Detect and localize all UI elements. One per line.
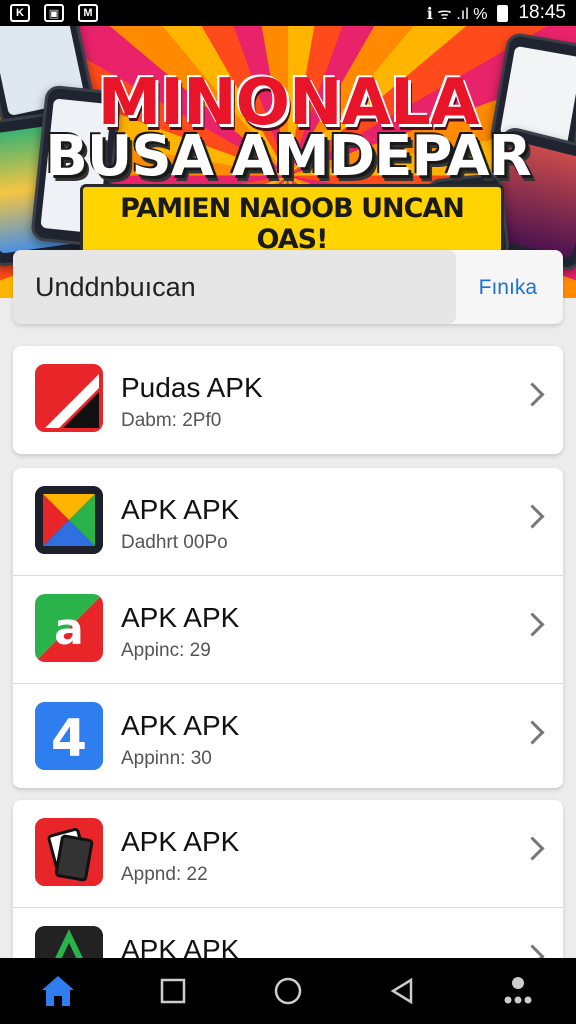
list-item[interactable]: a APK APK Appinc: 29	[13, 576, 563, 684]
status-bar: K ▣ M ℹ ᯤ .ıl % 18:45	[0, 0, 576, 26]
app-card-3: APK APK Appnd: 22 APK APK	[13, 800, 563, 970]
red-slash-icon	[35, 364, 103, 432]
recent-apps-icon[interactable]	[153, 971, 193, 1011]
home-circle-icon[interactable]	[268, 971, 308, 1011]
search-button[interactable]: Fınıka	[479, 276, 537, 300]
list-item[interactable]: Pudas APK Dabm: 2Pf0	[13, 346, 563, 454]
notification-k-icon: K	[10, 4, 30, 22]
list-item[interactable]: APK APK Dadhrt 00Po	[13, 468, 563, 576]
svg-text:a: a	[54, 604, 84, 655]
mail-icon: M	[78, 4, 98, 22]
app-subtitle: Appinc: 29	[121, 640, 211, 661]
status-left-icons: K ▣ M	[10, 4, 98, 22]
search-input[interactable]: Unddnbuıcan	[13, 250, 456, 324]
red-cards-icon	[35, 818, 103, 886]
app-name: APK APK	[121, 494, 240, 525]
navigation-bar	[0, 958, 576, 1024]
chevron-right-icon	[520, 504, 545, 529]
home-icon[interactable]	[38, 971, 78, 1011]
status-indicators: ℹ ᯤ .ıl %	[426, 6, 488, 23]
search-input-text: Unddnbuıcan	[35, 272, 196, 302]
chevron-right-icon	[520, 836, 545, 861]
more-dots-icon[interactable]	[498, 971, 538, 1011]
app-subtitle: Dabm: 2Pf0	[121, 410, 222, 431]
app-subtitle: Appnd: 22	[121, 864, 208, 885]
app-subtitle: Dadhrt 00Po	[121, 532, 228, 553]
app-card-2: APK APK Dadhrt 00Po a APK APK Appinc: 29…	[13, 468, 563, 788]
chevron-right-icon	[520, 612, 545, 637]
list-item[interactable]: 4 APK APK Appinn: 30	[13, 684, 563, 788]
chevron-right-icon	[520, 382, 545, 407]
status-time: 18:45	[518, 2, 566, 23]
green-red-a-icon: a	[35, 594, 103, 662]
gallery-icon: ▣	[44, 4, 64, 22]
search-bar: Unddnbuıcan Fınıka	[13, 250, 563, 324]
banner-title-line2: BUSA AMDEPAR	[45, 124, 532, 189]
back-icon[interactable]	[383, 971, 423, 1011]
app-name: APK APK	[121, 602, 240, 633]
colorful-triangle-icon	[35, 486, 103, 554]
app-subtitle: Appinn: 30	[121, 748, 212, 769]
app-name: APK APK	[121, 710, 240, 741]
app-name: APK APK	[121, 826, 240, 857]
list-item[interactable]: APK APK Appnd: 22	[13, 800, 563, 908]
app-name: Pudas APK	[121, 372, 263, 403]
battery-icon	[497, 4, 509, 22]
app-card-1: Pudas APK Dabm: 2Pf0	[13, 346, 563, 454]
status-right: ℹ ᯤ .ıl % 18:45	[427, 2, 566, 24]
svg-text:4: 4	[51, 709, 87, 769]
chevron-right-icon	[520, 720, 545, 745]
blue-4-icon: 4	[35, 702, 103, 770]
